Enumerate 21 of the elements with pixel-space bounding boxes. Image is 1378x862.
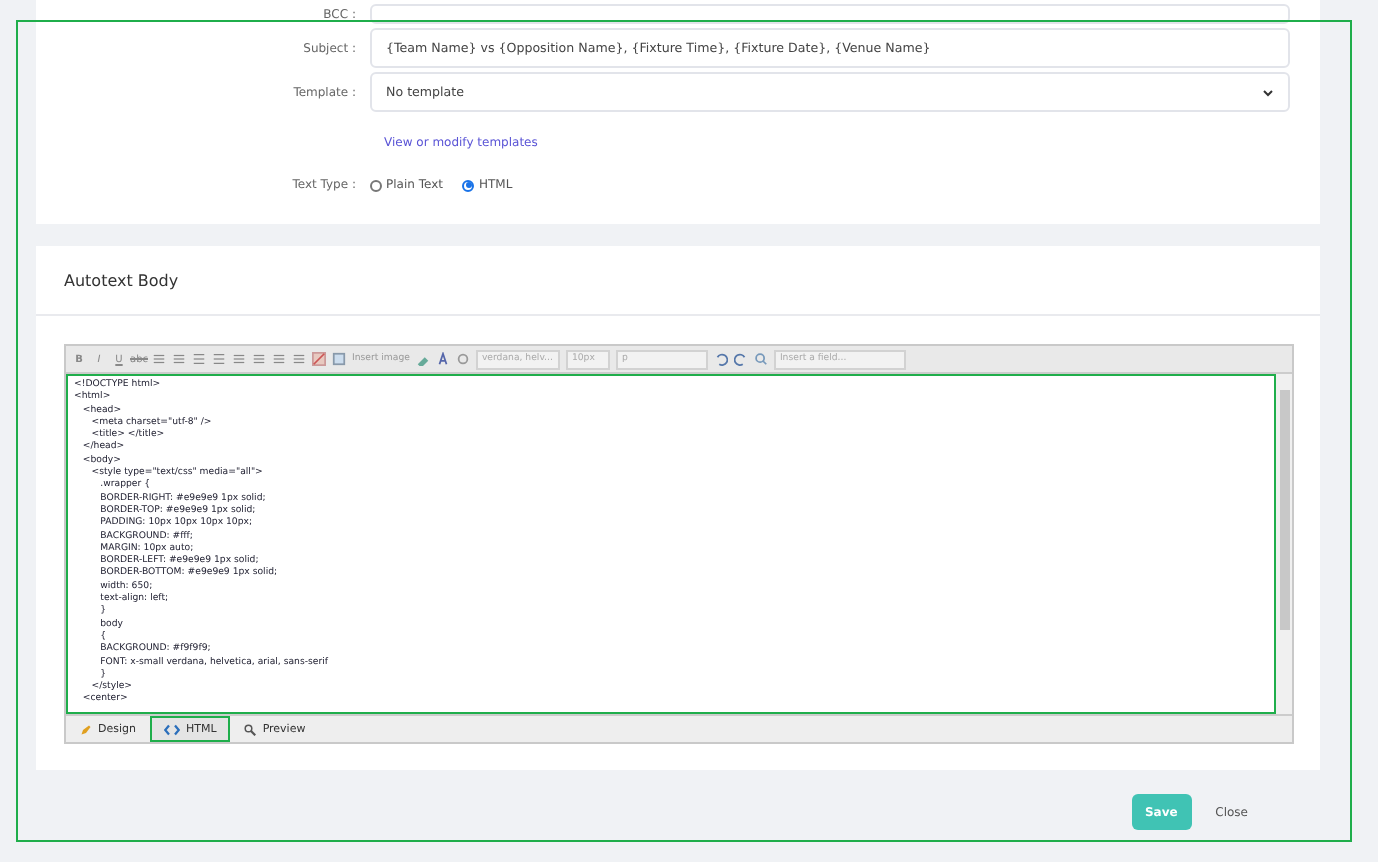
align-left-icon[interactable] [232,352,246,366]
section-title: Autotext Body [64,271,179,289]
bcc-field[interactable] [370,4,1290,24]
font-color-icon[interactable] [435,352,450,366]
chevron-down-icon [1262,87,1274,97]
brush-icon[interactable] [415,352,430,366]
list-icon[interactable] [172,352,186,366]
list-icon[interactable] [152,352,166,366]
redo-icon[interactable] [733,352,748,366]
pencil-icon [80,723,92,735]
code-icon [164,723,180,735]
image-icon[interactable] [332,352,346,366]
zoom-icon[interactable] [753,352,768,366]
justify-icon[interactable] [292,352,306,366]
align-right-icon[interactable] [272,352,286,366]
outdent-icon[interactable] [192,352,206,366]
scrollbar[interactable] [1276,374,1292,714]
undo-icon[interactable] [713,352,728,366]
magnifier-icon [244,723,257,735]
align-center-icon[interactable] [252,352,266,366]
indent-icon[interactable] [212,352,226,366]
